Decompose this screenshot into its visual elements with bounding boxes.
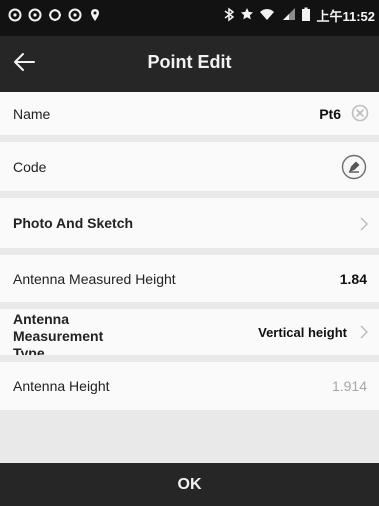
chevron-right-icon — [358, 216, 370, 232]
antenna-height-label: Antenna Height — [13, 378, 110, 394]
antenna-measured-height-value[interactable]: 1.84 — [340, 271, 367, 287]
name-row[interactable]: Name Pt6 — [0, 92, 379, 135]
settings-icon — [48, 8, 62, 22]
location-pin-icon — [88, 8, 102, 22]
notification-icon — [8, 8, 22, 22]
wifi-icon — [259, 7, 275, 24]
notification-icon — [28, 8, 42, 22]
name-label: Name — [13, 106, 51, 122]
antenna-measured-height-row[interactable]: Antenna Measured Height 1.84 — [0, 255, 379, 302]
app-bar: Point Edit — [0, 36, 379, 92]
clear-icon[interactable] — [351, 104, 369, 122]
bluetooth-icon — [224, 7, 235, 25]
page-title: Point Edit — [147, 52, 232, 72]
antenna-height-row: Antenna Height 1.914 — [0, 362, 379, 410]
photo-sketch-row[interactable]: Photo And Sketch — [0, 198, 379, 248]
antenna-measured-height-label: Antenna Measured Height — [13, 271, 176, 287]
edit-code-icon[interactable] — [341, 154, 367, 180]
antenna-measurement-type-label: Antenna Measurement Type — [13, 311, 104, 355]
battery-icon — [301, 7, 311, 25]
code-label: Code — [13, 159, 47, 175]
notification-icons — [8, 8, 102, 22]
antenna-measurement-type-value[interactable]: Vertical height — [258, 325, 347, 340]
status-bar: 上午11:52 — [0, 0, 379, 36]
photo-sketch-label: Photo And Sketch — [13, 215, 134, 231]
code-row[interactable]: Code — [0, 142, 379, 191]
antenna-height-value: 1.914 — [331, 378, 367, 394]
antenna-measurement-type-row[interactable]: Antenna Measurement Type Vertical height — [0, 309, 379, 355]
notification-icon — [68, 8, 82, 22]
star-icon — [240, 7, 254, 24]
clock-time: 上午11:52 — [316, 9, 375, 24]
system-status: 上午11:52 — [224, 6, 375, 25]
ok-button[interactable]: OK — [0, 463, 379, 506]
chevron-right-icon — [358, 324, 370, 340]
name-value[interactable]: Pt6 — [319, 106, 341, 122]
signal-icon — [280, 7, 296, 24]
